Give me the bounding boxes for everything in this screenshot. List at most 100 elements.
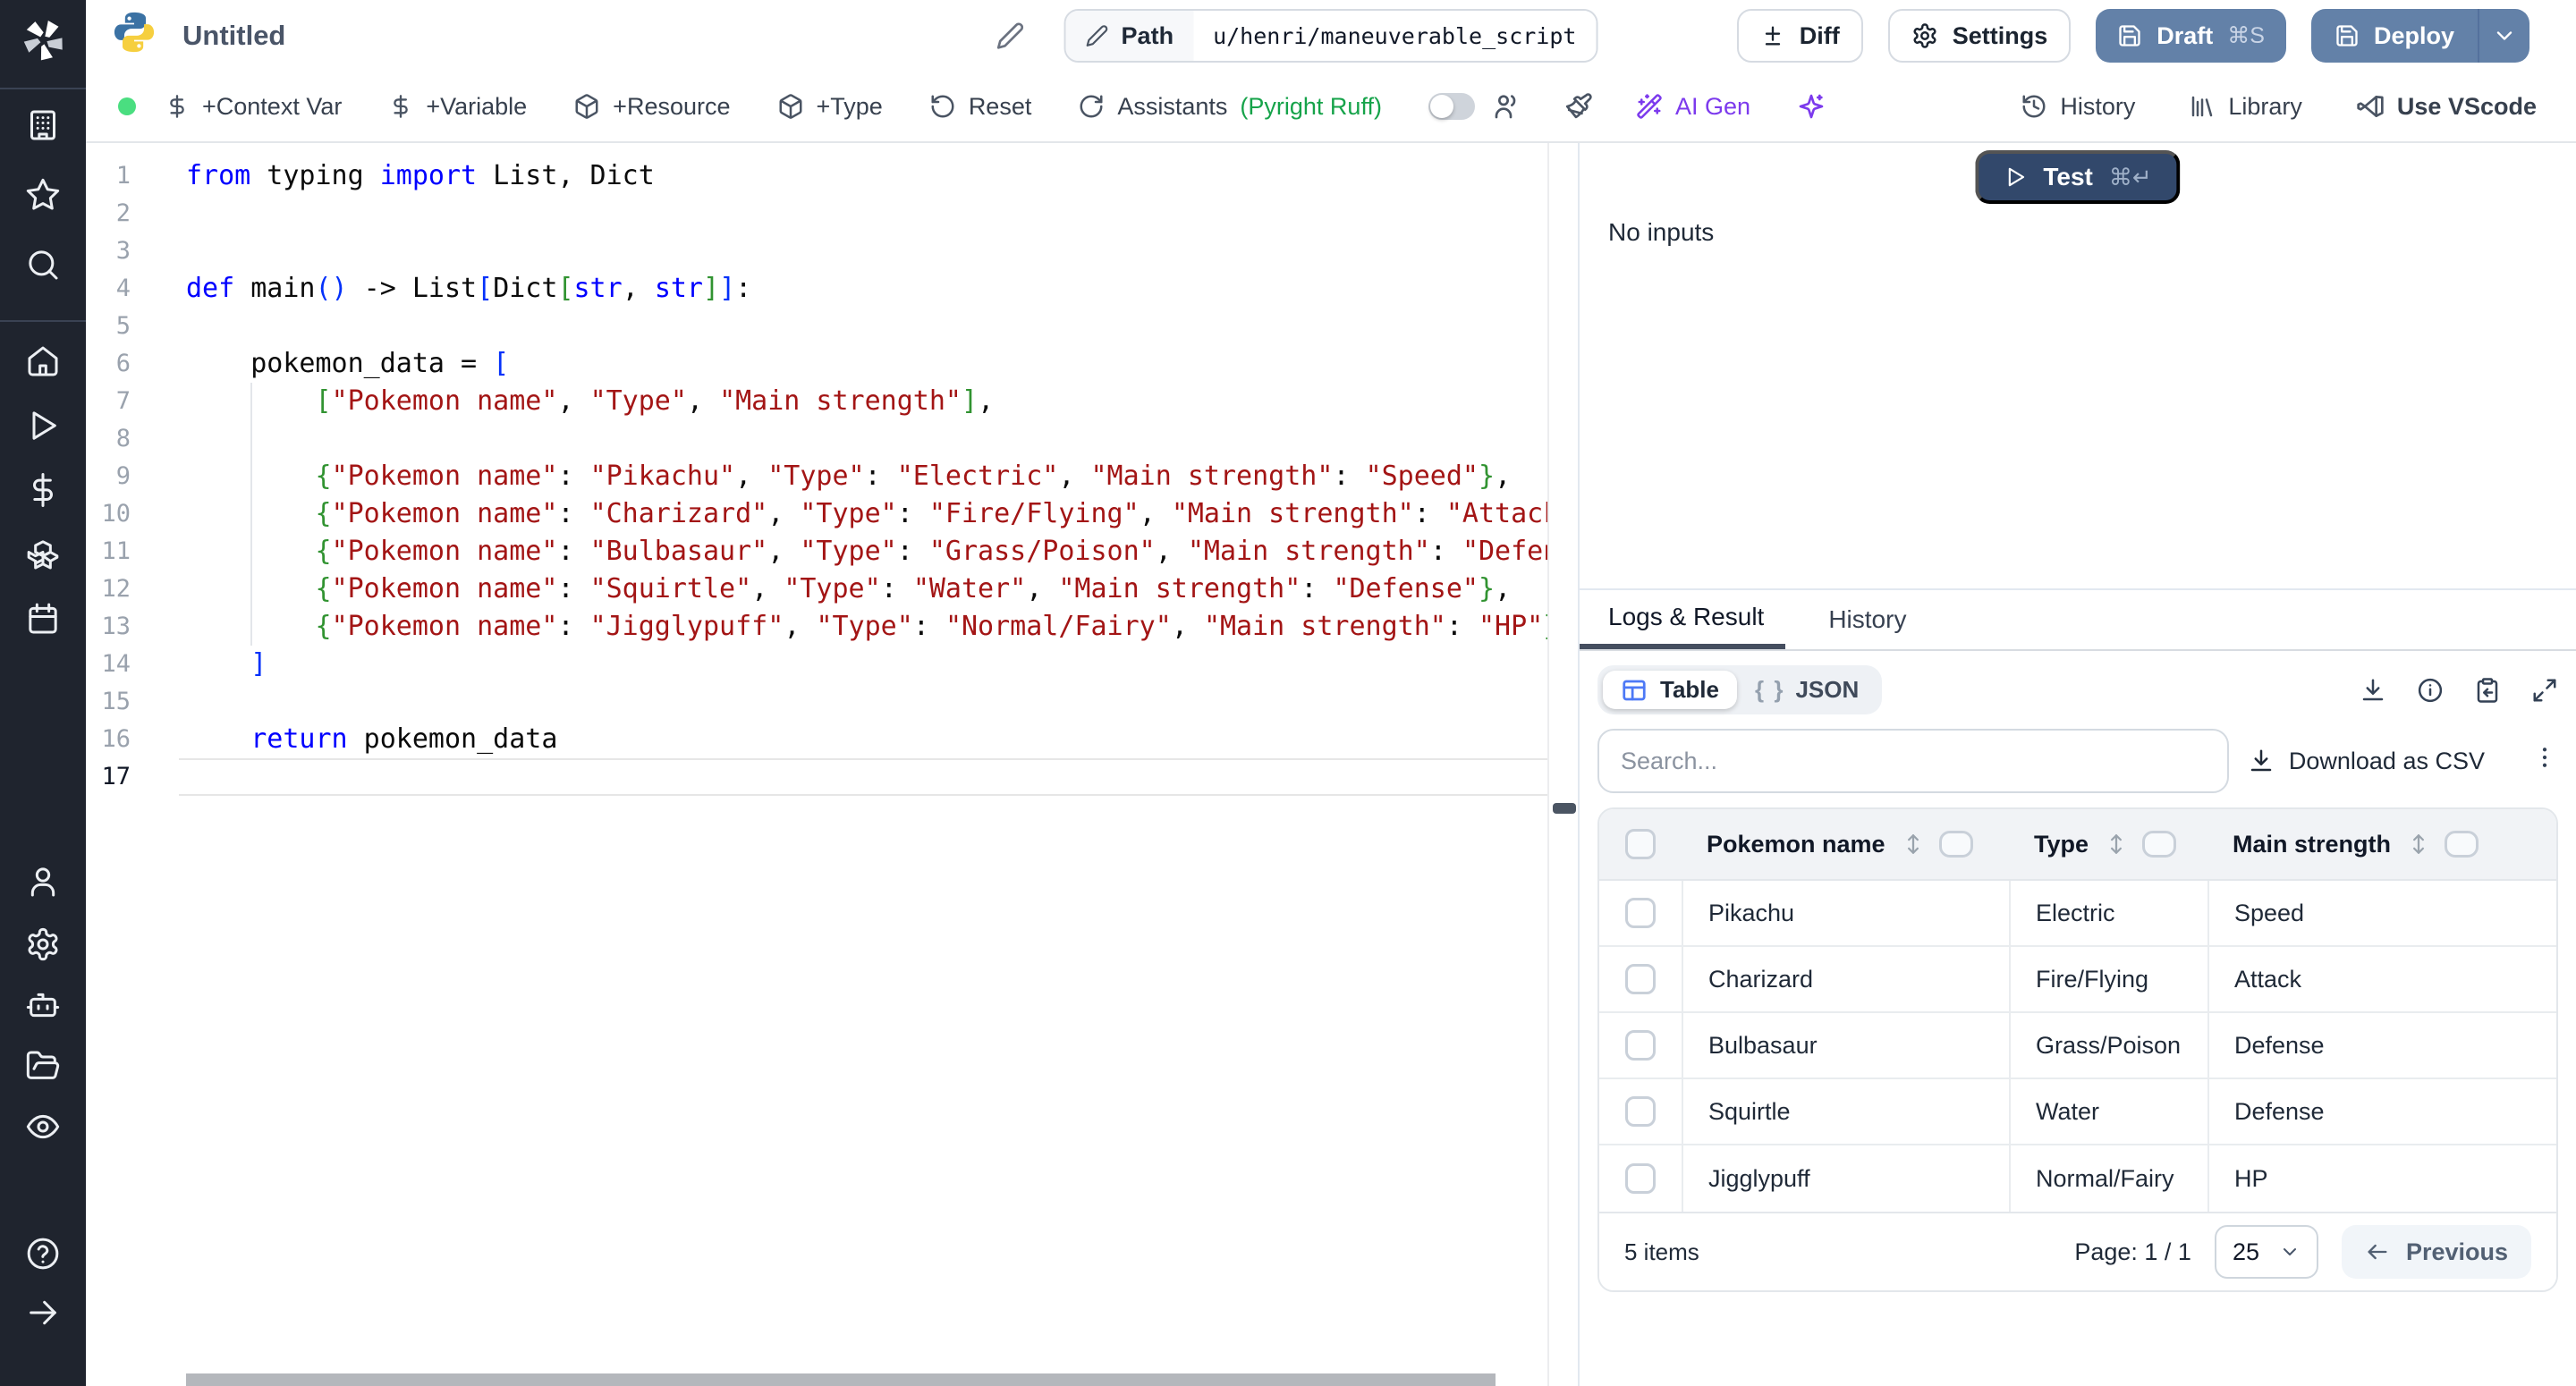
workspace-icon[interactable] [25,107,61,143]
settings-button[interactable]: Settings [1888,9,2072,63]
diff-button[interactable]: Diff [1737,9,1863,63]
select-all-checkbox[interactable] [1625,829,1656,859]
column-toggle[interactable] [1939,831,1973,858]
sort-icon[interactable] [2409,832,2428,856]
save-icon [2334,23,2360,48]
add-context-var-button[interactable]: +Context Var [165,93,342,121]
sparkles-icon[interactable] [1797,92,1826,121]
code-line [186,232,1549,270]
table-cell: HP [2207,1145,2556,1212]
row-checkbox[interactable] [1625,1096,1656,1127]
column-toggle[interactable] [2445,831,2479,858]
path-field[interactable]: Path u/henri/maneuverable_script [1064,9,1598,63]
package-icon [573,93,600,120]
diff-icon [1760,23,1785,48]
items-count: 5 items [1624,1238,1699,1266]
format-paintbrush-icon[interactable] [1564,92,1593,121]
library-button[interactable]: Library [2189,93,2302,121]
row-checkbox[interactable] [1625,898,1656,928]
table-cell: Defense [2207,1013,2556,1078]
column-header[interactable]: Main strength [2233,831,2391,858]
column-toggle[interactable] [2142,831,2176,858]
resources-boxes-icon[interactable] [25,537,61,572]
edit-summary-pencil-icon[interactable] [996,21,1025,50]
add-variable-button[interactable]: +Variable [388,93,527,121]
table-cell: Pikachu [1682,881,2009,945]
table-row[interactable]: JigglypuffNormal/FairyHP [1599,1145,2556,1212]
deploy-dropdown-button[interactable] [2478,9,2529,63]
topbar: Untitled Path u/henri/maneuverable_scrip… [86,0,2576,72]
page-size-select[interactable]: 25 [2215,1225,2318,1279]
tab-logs-result[interactable]: Logs & Result [1580,590,1785,649]
deploy-button[interactable]: Deploy [2311,9,2478,63]
table-cell: Defense [2207,1079,2556,1144]
multiplayer-users-icon[interactable] [1493,92,1521,121]
previous-page-button[interactable]: Previous [2342,1225,2531,1279]
status-dot [118,97,136,115]
view-json-button[interactable]: { } JSON [1737,671,1877,709]
search-icon[interactable] [25,247,61,283]
tab-history[interactable]: History [1828,590,1906,649]
table-row[interactable]: SquirtleWaterDefense [1599,1079,2556,1145]
path-value[interactable]: u/henri/maneuverable_script [1193,11,1596,61]
ai-gen-button[interactable]: AI Gen [1636,93,1750,121]
table-row[interactable]: PikachuElectricSpeed [1599,881,2556,947]
path-label: Path [1122,22,1174,50]
help-icon[interactable] [25,1236,61,1272]
home-icon[interactable] [25,343,61,379]
table-row[interactable]: CharizardFire/FlyingAttack [1599,947,2556,1013]
multiplayer-toggle[interactable] [1428,93,1475,120]
runs-play-icon[interactable] [25,408,61,444]
table-menu-kebab-icon[interactable] [2531,744,2558,778]
code-lines[interactable]: from typing import List, Dictdef main() … [186,157,1549,796]
code-line [186,420,1549,458]
row-checkbox[interactable] [1625,1030,1656,1061]
scrollbar-thumb-horizontal[interactable] [186,1373,1496,1386]
sort-icon[interactable] [2106,832,2126,856]
download-csv-button[interactable]: Download as CSV [2248,748,2485,775]
expand-fullscreen-icon[interactable] [2531,677,2558,704]
row-checkbox[interactable] [1625,1163,1656,1194]
folders-icon[interactable] [25,1048,61,1084]
assistants-button[interactable]: Assistants (Pyright Ruff) [1078,93,1382,121]
info-icon[interactable] [2417,677,2444,704]
table-cell: Fire/Flying [2009,947,2207,1011]
chevron-down-icon [2492,23,2517,48]
settings-gear-icon[interactable] [25,926,61,962]
app: Untitled Path u/henri/maneuverable_scrip… [0,0,2576,1386]
test-button[interactable]: Test ⌘↵ [1975,150,2180,204]
add-resource-button[interactable]: +Resource [573,93,730,121]
code-line: {"Pokemon name": "Jigglypuff", "Type": "… [186,608,1549,646]
sort-icon[interactable] [1903,832,1923,856]
line-numbers: 1234567891011121314151617 [86,157,165,796]
code-editor[interactable]: 1234567891011121314151617 from typing im… [86,143,1578,1386]
code-line: {"Pokemon name": "Bulbasaur", "Type": "G… [186,533,1549,570]
column-header[interactable]: Pokemon name [1707,831,1885,858]
view-table-button[interactable]: Table [1603,671,1737,709]
windmill-logo-icon[interactable] [18,14,68,72]
sidebar-divider [0,320,86,322]
editor-toolbar: +Context Var +Variable +Resource +Type R… [86,72,2576,143]
table-search-input[interactable] [1597,729,2229,793]
download-result-icon[interactable] [2360,677,2386,704]
workers-bot-icon[interactable] [25,987,61,1023]
audit-eye-icon[interactable] [25,1109,61,1145]
copy-clipboard-icon[interactable] [2474,677,2501,704]
use-vscode-button[interactable]: Use VScode [2356,92,2537,121]
schedules-calendar-icon[interactable] [25,601,61,637]
table-cell: Attack [2207,947,2556,1011]
code-line: from typing import List, Dict [186,157,1549,195]
scrollbar-thumb-vertical[interactable] [1553,803,1576,814]
add-type-button[interactable]: +Type [777,93,883,121]
table-cell: Grass/Poison [2009,1013,2207,1078]
row-checkbox[interactable] [1625,964,1656,994]
draft-button[interactable]: Draft ⌘S [2096,9,2286,63]
favorites-star-icon[interactable] [25,177,61,213]
users-icon[interactable] [25,864,61,900]
history-button[interactable]: History [2021,93,2135,121]
variables-dollar-icon[interactable] [25,472,61,508]
reset-button[interactable]: Reset [929,93,1032,121]
table-row[interactable]: BulbasaurGrass/PoisonDefense [1599,1013,2556,1079]
collapse-arrow-right-icon[interactable] [25,1295,61,1331]
column-header[interactable]: Type [2034,831,2089,858]
